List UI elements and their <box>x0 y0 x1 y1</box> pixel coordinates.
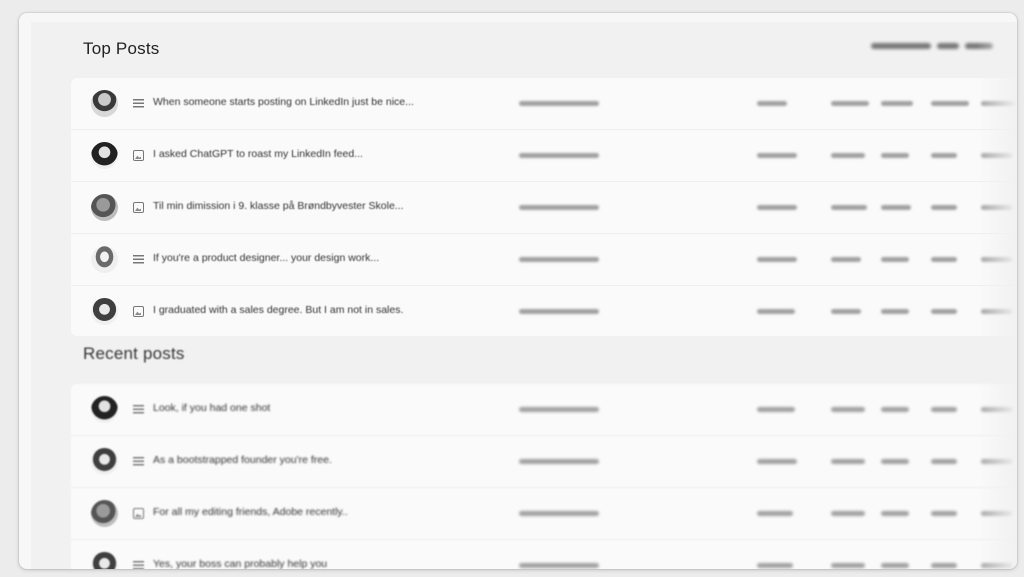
blurred-date <box>519 101 599 106</box>
avatar <box>91 142 118 169</box>
blurred-metric <box>757 511 793 516</box>
text-post-icon <box>133 404 144 415</box>
image-post-icon <box>133 150 144 161</box>
table-row[interactable]: If you're a product designer... your des… <box>71 234 1017 286</box>
blurred-metric <box>981 309 1013 314</box>
recent-posts-table: Look, if you had one shot As a bootstrap… <box>71 384 1017 569</box>
table-row[interactable]: Til min dimission i 9. klasse på Brøndby… <box>71 182 1017 234</box>
blurred-metric <box>831 153 865 158</box>
post-title[interactable]: As a bootstrapped founder you're free. <box>153 454 332 466</box>
blurred-metric <box>831 511 865 516</box>
blurred-metric <box>757 205 797 210</box>
avatar <box>91 552 118 569</box>
avatar <box>91 246 118 273</box>
avatar <box>91 448 118 475</box>
text-post-icon <box>133 98 144 109</box>
table-row[interactable]: Look, if you had one shot <box>71 384 1017 436</box>
blurred-metric <box>881 511 909 516</box>
recent-posts-heading: Recent posts <box>83 344 185 363</box>
blurred-metric <box>757 563 793 568</box>
blurred-metric <box>831 101 869 106</box>
blurred-date <box>519 153 599 158</box>
blurred-date <box>519 459 599 464</box>
blurred-metric <box>831 257 861 262</box>
blurred-metric <box>981 101 1017 106</box>
blurred-metric <box>831 205 867 210</box>
blurred-metric <box>831 563 865 568</box>
blurred-date <box>519 257 599 262</box>
post-title[interactable]: I asked ChatGPT to roast my LinkedIn fee… <box>153 148 363 160</box>
blurred-metric <box>757 101 787 106</box>
blurred-metric <box>757 309 795 314</box>
avatar <box>91 194 118 221</box>
blurred-metric <box>881 563 909 568</box>
blurred-metric <box>931 153 957 158</box>
post-title[interactable]: When someone starts posting on LinkedIn … <box>153 96 414 108</box>
post-title[interactable]: Yes, your boss can probably help you <box>153 558 327 569</box>
blurred-metric <box>981 459 1013 464</box>
top-posts-table: When someone starts posting on LinkedIn … <box>71 78 1017 336</box>
post-title[interactable]: Til min dimission i 9. klasse på Brøndby… <box>153 200 404 212</box>
blurred-metric <box>881 309 909 314</box>
blurred-metric <box>931 511 957 516</box>
blurred-metric <box>981 511 1013 516</box>
blurred-metric <box>757 153 797 158</box>
text-post-icon <box>133 254 144 265</box>
blurred-date <box>519 407 599 412</box>
blurred-date <box>519 309 599 314</box>
blurred-metric <box>981 407 1013 412</box>
blurred-metric <box>831 407 865 412</box>
post-title[interactable]: For all my editing friends, Adobe recent… <box>153 506 348 518</box>
blurred-date <box>519 205 599 210</box>
blurred-metric <box>931 205 957 210</box>
blurred-metric <box>931 101 969 106</box>
post-title[interactable]: I graduated with a sales degree. But I a… <box>153 304 403 316</box>
table-row[interactable]: As a bootstrapped founder you're free. <box>71 436 1017 488</box>
blurred-metric <box>757 459 797 464</box>
avatar <box>91 298 118 325</box>
blurred-metric <box>931 257 957 262</box>
top-posts-heading: Top Posts <box>83 39 160 58</box>
avatar <box>91 90 118 117</box>
blurred-metric <box>931 309 957 314</box>
blurred-date <box>519 511 599 516</box>
blurred-metric <box>881 101 913 106</box>
blurred-metric <box>931 459 957 464</box>
blurred-metric <box>831 309 861 314</box>
text-post-icon <box>133 560 144 569</box>
column-header-blurred <box>871 43 993 49</box>
blurred-metric <box>931 563 957 568</box>
blurred-metric <box>881 407 909 412</box>
blurred-metric <box>831 459 865 464</box>
blurred-metric <box>881 459 909 464</box>
blurred-metric <box>981 257 1013 262</box>
blurred-metric <box>757 257 797 262</box>
image-post-icon <box>133 306 144 317</box>
blurred-metric <box>981 205 1013 210</box>
blurred-date <box>519 563 599 568</box>
avatar <box>91 396 118 423</box>
blurred-metric <box>981 153 1013 158</box>
image-post-icon <box>133 508 144 519</box>
post-title[interactable]: Look, if you had one shot <box>153 402 270 414</box>
blurred-metric <box>881 153 909 158</box>
blurred-metric <box>981 563 1013 568</box>
table-row[interactable]: I asked ChatGPT to roast my LinkedIn fee… <box>71 130 1017 182</box>
text-post-icon <box>133 456 144 467</box>
avatar <box>91 500 118 527</box>
table-row[interactable]: I graduated with a sales degree. But I a… <box>71 286 1017 338</box>
table-row[interactable]: For all my editing friends, Adobe recent… <box>71 488 1017 540</box>
table-row[interactable]: When someone starts posting on LinkedIn … <box>71 78 1017 130</box>
blurred-metric <box>757 407 795 412</box>
post-title[interactable]: If you're a product designer... your des… <box>153 252 379 264</box>
dashboard-content: Top Posts When someone starts posting on… <box>31 22 1017 569</box>
image-post-icon <box>133 202 144 213</box>
blurred-metric <box>881 205 911 210</box>
table-row[interactable]: Yes, your boss can probably help you <box>71 540 1017 569</box>
blurred-metric <box>931 407 957 412</box>
blurred-metric <box>881 257 909 262</box>
app-window: Top Posts When someone starts posting on… <box>19 13 1017 569</box>
